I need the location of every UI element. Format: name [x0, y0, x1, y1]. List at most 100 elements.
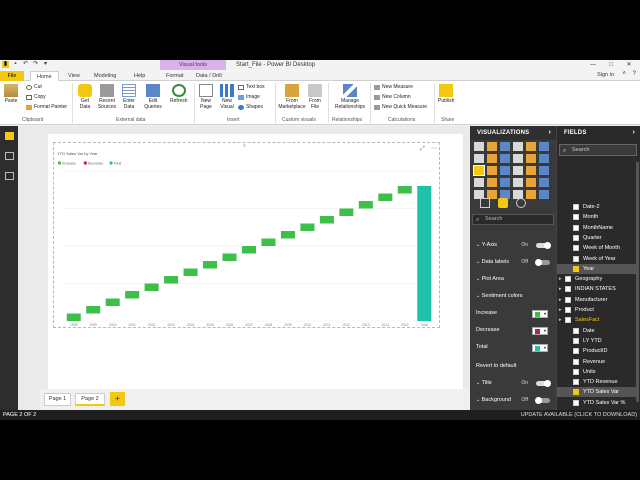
relationships-view-icon[interactable] — [5, 172, 14, 180]
tab-page-2[interactable]: Page 2 — [75, 393, 105, 406]
line-column-visual-icon[interactable] — [513, 154, 523, 163]
ribbon-collapse-icon[interactable]: ˄ — [622, 71, 626, 77]
field-table[interactable]: ▸ INDIAN STATES — [557, 284, 637, 294]
kpi-visual-icon[interactable] — [539, 178, 549, 187]
toggle-switch[interactable] — [535, 397, 550, 404]
format-row-sentiment-colors[interactable]: ⌄ Sentiment colors — [472, 291, 556, 302]
help-icon[interactable]: ? — [633, 71, 636, 77]
format-row-title[interactable]: ⌄ Title On — [472, 378, 556, 389]
field-checkbox[interactable] — [573, 265, 579, 272]
expand-icon[interactable]: ▸ — [559, 284, 562, 294]
get-data-button[interactable]: Get Data — [76, 84, 94, 110]
format-row-plot-area[interactable]: ⌄ Plot Area — [472, 274, 556, 285]
format-row-decrease[interactable]: Decrease ▾ — [472, 325, 556, 336]
field-checkbox[interactable] — [573, 358, 579, 365]
tab-format[interactable]: Format — [160, 71, 189, 81]
expand-icon[interactable]: ▸ — [559, 305, 562, 315]
undo-icon[interactable]: ↶ — [22, 61, 29, 68]
field-item[interactable]: LY YTD — [557, 336, 637, 346]
field-checkbox[interactable] — [573, 389, 579, 396]
field-item[interactable]: Year — [557, 263, 637, 274]
table-icon[interactable] — [565, 276, 571, 283]
stacked-area-visual-icon[interactable] — [500, 154, 510, 163]
format-row-data-labels[interactable]: ⌄ Data labels Off — [472, 257, 556, 268]
field-checkbox[interactable] — [573, 204, 579, 210]
table-icon[interactable] — [565, 317, 571, 324]
collapse-visualizations-icon[interactable]: › — [548, 126, 551, 140]
field-item[interactable]: Units — [557, 367, 637, 377]
format-row-total[interactable]: Total ▾ — [472, 342, 556, 353]
ribbon-visual-icon[interactable] — [539, 154, 549, 163]
field-checkbox[interactable] — [573, 245, 579, 252]
format-painter-button[interactable]: Format Painter — [26, 104, 67, 110]
field-checkbox[interactable] — [573, 327, 579, 334]
minimize-icon[interactable]: — — [584, 60, 602, 70]
clustered-bar-visual-icon[interactable] — [500, 142, 510, 151]
treemap-visual-icon[interactable] — [526, 166, 536, 175]
field-table[interactable]: ▸ Manufacturer — [557, 295, 637, 305]
analytics-tab-icon[interactable] — [516, 198, 526, 208]
tab-view[interactable]: View — [62, 71, 86, 81]
expand-icon[interactable]: ▸ — [559, 315, 562, 325]
collapse-fields-icon[interactable]: › — [632, 126, 635, 140]
fields-tab-icon[interactable] — [480, 198, 490, 208]
new-visual-button[interactable]: New Visual — [218, 84, 236, 110]
field-item[interactable]: Date — [557, 326, 637, 336]
tab-help[interactable]: Help — [128, 71, 151, 81]
field-checkbox[interactable] — [573, 337, 579, 344]
expand-icon[interactable]: ▸ — [559, 295, 562, 305]
sign-in-link[interactable]: Sign in — [597, 72, 614, 78]
table-icon[interactable] — [565, 307, 571, 313]
field-item[interactable]: Month — [557, 212, 637, 222]
waterfall-visual-icon[interactable] — [473, 165, 485, 176]
increase-bar[interactable] — [183, 268, 198, 277]
field-table[interactable]: ▸ Geography — [557, 274, 637, 284]
filled-map-visual-icon[interactable] — [474, 178, 484, 187]
stacked-bar-visual-icon[interactable] — [474, 142, 484, 151]
add-page-button[interactable]: + — [110, 392, 125, 406]
fields-search-input[interactable]: ⌕ Search — [559, 144, 637, 156]
increase-bar[interactable] — [241, 246, 257, 254]
copy-button[interactable]: Copy — [26, 94, 46, 100]
increase-bar[interactable] — [280, 231, 295, 239]
new-measure-button[interactable]: New Measure — [374, 84, 413, 90]
paste-button[interactable]: Paste — [4, 84, 18, 105]
focus-mode-icon[interactable]: ⤢ — [420, 145, 425, 152]
enter-data-button[interactable]: Enter Data — [121, 84, 137, 110]
format-row-y-axis[interactable]: ⌄ Y-Axis On — [472, 240, 556, 251]
multi-row-card-visual-icon[interactable] — [526, 178, 536, 187]
field-checkbox[interactable] — [573, 348, 579, 355]
new-quick-measure-button[interactable]: New Quick Measure — [374, 104, 427, 110]
format-row-background[interactable]: ⌄ Background Off — [472, 395, 556, 406]
increase-bar[interactable] — [397, 186, 412, 194]
field-item[interactable]: YTD Sales Var % — [557, 398, 637, 408]
field-item[interactable]: Date-2 — [557, 202, 637, 212]
publish-button[interactable]: Publish — [438, 84, 454, 105]
field-checkbox[interactable] — [573, 214, 579, 221]
field-item[interactable]: Week of Year — [557, 254, 637, 264]
report-page[interactable]: YTD Sales Var by Year Increase Decrease To… — [48, 134, 463, 390]
redo-icon[interactable]: ↷ — [32, 61, 39, 68]
new-page-button[interactable]: New Page — [197, 84, 215, 110]
toggle-switch[interactable] — [535, 259, 550, 266]
increase-bar[interactable] — [105, 298, 120, 307]
format-search-input[interactable]: ⌕ Search — [472, 214, 554, 225]
field-item[interactable]: Week of Month — [557, 243, 637, 253]
format-tab-icon[interactable] — [498, 198, 508, 208]
field-item[interactable]: YTD Sales Var — [557, 387, 637, 398]
tab-home[interactable]: Home — [30, 71, 59, 81]
drag-handle-icon[interactable]: ≡ — [243, 143, 246, 149]
text-box-button[interactable]: Text box — [238, 84, 265, 90]
increase-bar[interactable] — [300, 223, 315, 232]
tab-modeling[interactable]: Modeling — [88, 71, 122, 81]
field-item[interactable]: MonthName — [557, 223, 637, 233]
donut-visual-icon[interactable] — [513, 166, 523, 175]
increase-bar[interactable] — [66, 313, 81, 322]
field-checkbox[interactable] — [573, 224, 579, 231]
increase-bar[interactable] — [125, 291, 140, 299]
field-item[interactable]: Quarter — [557, 233, 637, 243]
increase-bar[interactable] — [164, 276, 179, 284]
total-bar[interactable] — [417, 186, 432, 321]
format-row-revert-to-default[interactable]: Revert to default — [472, 361, 556, 372]
increase-bar[interactable] — [358, 201, 373, 209]
